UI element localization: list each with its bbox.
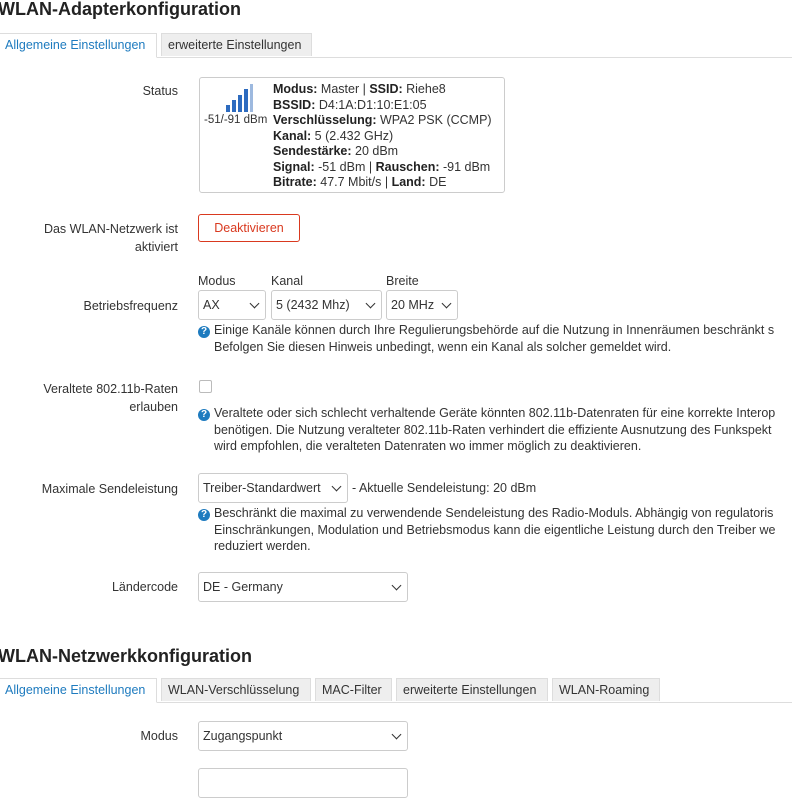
status-key: Kanal: [273, 128, 312, 143]
legacy-hint-line3: wird empfohlen, die veralteten Datenrate… [214, 439, 642, 453]
deactivate-button[interactable]: Deaktivieren [198, 214, 300, 242]
status-label: Status [142, 84, 178, 98]
signal-strength-icon [226, 84, 253, 112]
network-mode-select[interactable]: Zugangspunkt [198, 721, 408, 751]
txpower-hint: ? Beschränkt die maximal zu verwendende S… [198, 505, 792, 555]
status-key: Land: [391, 175, 426, 189]
status-details: Modus: Master | SSID: Riehe8 BSSID: D4:1A… [273, 82, 492, 191]
txpower-select[interactable]: Treiber-Standardwert [198, 473, 348, 503]
status-value: DE [425, 175, 447, 189]
status-value: 20 dBm [351, 144, 399, 158]
tab-general-settings[interactable]: Allgemeine Einstellungen [0, 33, 157, 58]
freq-width-label: Breite [386, 274, 419, 288]
status-value: WPA2 PSK (CCMP) [376, 113, 492, 127]
network-mode-value: Zugangspunkt [203, 729, 283, 743]
freq-width-select[interactable]: 20 MHz [386, 290, 458, 320]
legacy-rates-checkbox[interactable] [199, 380, 212, 393]
help-icon: ? [198, 326, 210, 338]
status-line: Modus: Master | SSID: Riehe8 [273, 82, 492, 98]
status-box: -51/-91 dBm Modus: Master | SSID: Riehe8… [199, 77, 505, 193]
legacy-hint-line2: benötigen. Die Nutzung veralteter 802.11… [214, 422, 772, 437]
legacy-rates-label-line1: Veraltete 802.11b-Raten [43, 382, 178, 396]
chevron-down-icon [391, 729, 402, 740]
status-line: Signal: -51 dBm | Rauschen: -91 dBm [273, 160, 492, 176]
freq-width-value: 20 MHz [391, 298, 435, 312]
next-field-select[interactable] [198, 768, 408, 798]
status-key: Verschlüsselung: [273, 113, 377, 127]
status-line: Verschlüsselung: WPA2 PSK (CCMP) [273, 113, 492, 129]
txpower-value: Treiber-Standardwert [203, 481, 321, 495]
status-value: Riehe8 [402, 82, 446, 96]
max-txpower-label: Maximale Sendeleistung [41, 482, 178, 496]
freq-channel-value: 5 (2432 Mhz) [276, 298, 350, 312]
chevron-down-icon [391, 580, 402, 591]
country-code-select[interactable]: DE - Germany [198, 572, 408, 602]
status-value: 5 (2.432 GHz) [311, 128, 394, 143]
freq-hint-line2: Befolgen Sie diesen Hinweis unbedingt, w… [214, 339, 672, 354]
tab-wlan-encryption[interactable]: WLAN-Verschlüsselung [161, 678, 311, 701]
status-value: D4:1A:D1:10:E1:05 [315, 97, 427, 112]
status-line: Kanal: 5 (2.432 GHz) [273, 129, 492, 145]
status-key: Bitrate: [273, 175, 317, 189]
status-line: BSSID: D4:1A:D1:10:E1:05 [273, 98, 492, 114]
signal-noise-text: -51/-91 dBm [204, 114, 268, 126]
status-line: Bitrate: 47.7 Mbit/s | Land: DE [273, 175, 492, 191]
status-value: -51 dBm | [314, 159, 376, 174]
legacy-hint-line1: Veraltete oder sich schlecht verhaltende… [214, 406, 776, 420]
freq-mode-select[interactable]: AX [198, 290, 266, 320]
txpower-hint-line3: reduziert werden. [214, 539, 311, 553]
legacy-rates-label-line2: erlauben [129, 400, 178, 414]
status-line: Sendestärke: 20 dBm [273, 144, 492, 160]
country-code-label: Ländercode [111, 580, 178, 594]
current-txpower-text: - Aktuelle Sendeleistung: 20 dBm [352, 481, 537, 495]
status-key: SSID: [369, 82, 403, 96]
network-active-label-line1: Das WLAN-Netzwerk ist [43, 222, 178, 236]
txpower-hint-line1: Beschränkt die maximal zu verwendende Se… [214, 506, 774, 520]
tab-mac-filter[interactable]: MAC-Filter [315, 678, 392, 701]
legacy-rates-hint: ? Veraltete oder sich schlecht verhaltend… [198, 405, 792, 455]
freq-mode-label: Modus [198, 274, 236, 288]
tab-network-general[interactable]: Allgemeine Einstellungen [0, 678, 157, 703]
status-value: 47.7 Mbit/s | [316, 175, 392, 189]
network-tabs: Allgemeine Einstellungen WLAN-Verschlüss… [0, 678, 792, 703]
operating-frequency-label: Betriebsfrequenz [83, 299, 178, 313]
chevron-down-icon [331, 481, 342, 492]
adapter-section-title: WLAN-Adapterkonfiguration [0, 0, 241, 19]
adapter-tabs: Allgemeine Einstellungen erweiterte Eins… [0, 33, 792, 58]
freq-mode-value: AX [203, 298, 220, 312]
chevron-down-icon [249, 298, 260, 309]
status-value: -91 dBm [439, 159, 491, 174]
country-code-value: DE - Germany [203, 580, 283, 594]
status-key: Signal: [273, 159, 315, 174]
tab-wlan-roaming[interactable]: WLAN-Roaming [552, 678, 660, 701]
status-key: Sendestärke: [273, 144, 352, 158]
status-value: Master | [317, 82, 370, 96]
freq-hint: ? Einige Kanäle können durch Ihre Regulie… [198, 322, 792, 355]
tab-advanced-settings[interactable]: erweiterte Einstellungen [161, 33, 312, 56]
status-key: Modus: [273, 82, 318, 96]
network-section-title: WLAN-Netzwerkkonfiguration [0, 646, 252, 666]
network-active-label: Das WLAN-Netzwerk ist aktiviert [44, 220, 178, 256]
freq-channel-select[interactable]: 5 (2432 Mhz) [271, 290, 382, 320]
freq-hint-line1: Einige Kanäle können durch Ihre Regulier… [214, 323, 775, 337]
network-mode-label: Modus [140, 729, 178, 743]
legacy-rates-label: Veraltete 802.11b-Raten erlauben [43, 380, 178, 416]
freq-channel-label: Kanal [271, 274, 303, 288]
status-key: BSSID: [273, 97, 316, 112]
network-active-label-line2: aktiviert [134, 240, 178, 254]
status-key: Rauschen: [375, 159, 440, 174]
chevron-down-icon [441, 298, 452, 309]
help-icon: ? [198, 409, 210, 421]
tab-network-advanced[interactable]: erweiterte Einstellungen [396, 678, 548, 701]
help-icon: ? [198, 509, 210, 521]
txpower-hint-line2: Einschränkungen, Modulation und Betriebs… [214, 522, 776, 537]
chevron-down-icon [365, 298, 376, 309]
